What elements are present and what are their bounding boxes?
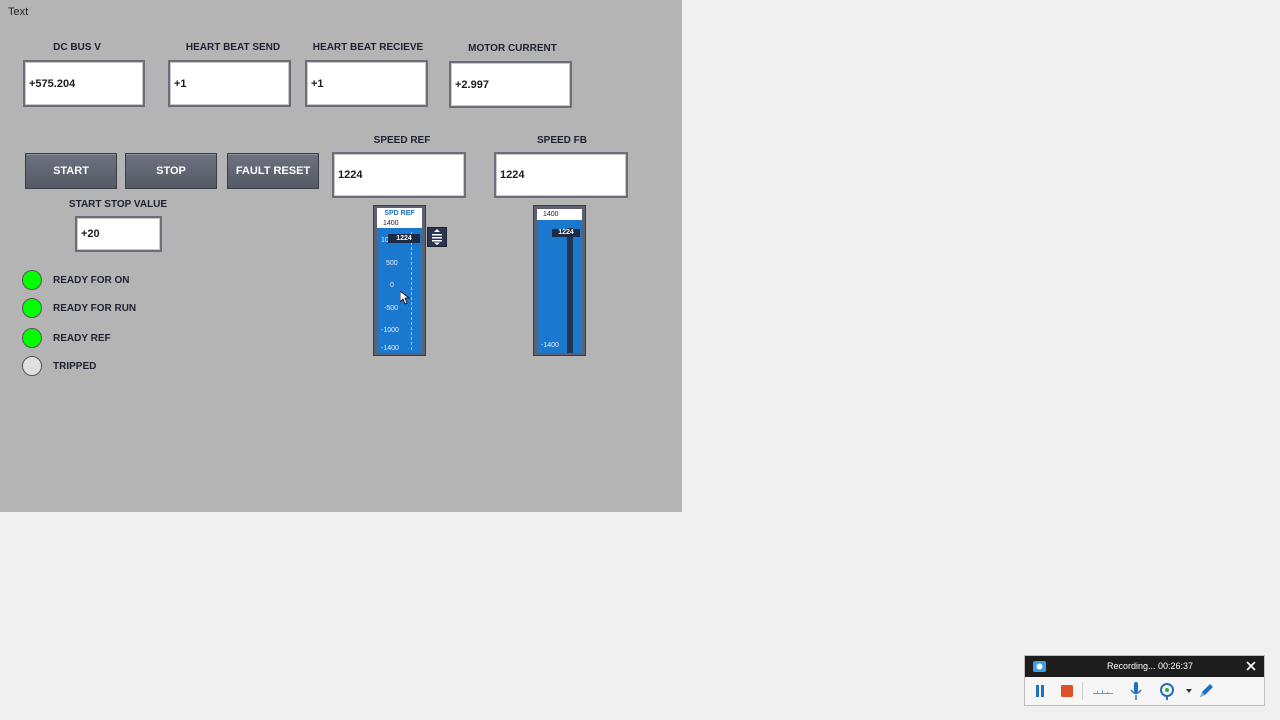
recorder-toolbar [1025, 677, 1264, 705]
start-stop-value-field[interactable]: +20 [75, 216, 162, 252]
fault-reset-button[interactable]: FAULT RESET [227, 153, 319, 189]
dc-bus-field[interactable]: +575.204 [23, 60, 145, 107]
microphone-icon[interactable] [1129, 682, 1145, 700]
audio-level-icon [1093, 690, 1113, 694]
recorder-header: Recording... 00:26:37 [1025, 656, 1264, 677]
recorder-widget: Recording... 00:26:37 [1024, 655, 1265, 706]
ready-for-on-lamp [22, 270, 42, 290]
hmi-screen: Text DC BUS V +575.204 HEART BEAT SEND +… [0, 0, 682, 512]
spd-ref-slider[interactable]: SPD REF 1400 1000 500 0 -500 -1000 -1400… [373, 205, 426, 356]
spd-fb-min-label: -1400 [541, 342, 559, 349]
speed-ref-field[interactable]: 1224 [332, 152, 466, 198]
heart-beat-send-label: HEART BEAT SEND [185, 42, 281, 53]
toolbar-divider [1082, 682, 1083, 700]
ready-for-run-lamp [22, 298, 42, 318]
spd-fb-top-strip: 1400 [537, 209, 582, 220]
dc-bus-label: DC BUS V [53, 42, 101, 53]
spd-fb-value-marker: 1224 [552, 229, 580, 238]
spd-ref-tick: 0 [390, 282, 394, 289]
spd-ref-tick: -1000 [381, 327, 399, 334]
motor-current-label: MOTOR CURRENT [468, 43, 557, 54]
spd-ref-max-label: 1400 [383, 220, 399, 227]
stop-button[interactable]: STOP [125, 153, 217, 189]
webcam-icon[interactable] [1159, 682, 1177, 700]
speed-fb-field[interactable]: 1224 [494, 152, 628, 198]
spd-ref-tick: 500 [386, 260, 398, 267]
spd-fb-track: -1400 [537, 220, 582, 353]
spd-ref-thumb[interactable]: 1224 [388, 233, 420, 243]
spd-ref-tick: -1400 [381, 345, 399, 352]
heart-beat-recieve-field[interactable]: +1 [305, 60, 428, 107]
window-title: Text [8, 6, 29, 18]
spd-ref-slider-title: SPD REF [377, 208, 422, 219]
motor-current-field[interactable]: +2.997 [449, 61, 572, 108]
stop-record-icon[interactable] [1061, 685, 1073, 697]
tripped-label: TRIPPED [53, 361, 97, 372]
close-icon[interactable] [1246, 661, 1256, 671]
spd-fb-fill [567, 228, 573, 353]
ready-ref-label: READY REF [53, 333, 111, 344]
speed-ref-label: SPEED REF [373, 135, 431, 146]
heart-beat-send-field[interactable]: +1 [168, 60, 291, 107]
spd-ref-scale-line [411, 232, 413, 350]
spd-ref-tick: -500 [384, 305, 399, 312]
ready-ref-lamp [22, 328, 42, 348]
spd-fb-bar: 1400 -1400 1224 [533, 205, 586, 356]
heart-beat-recieve-label: HEART BEAT RECIEVE [312, 42, 424, 53]
speed-fb-label: SPEED FB [536, 135, 587, 146]
recorder-status: Recording... 00:26:37 [1107, 661, 1194, 671]
tripped-lamp [22, 356, 42, 376]
start-stop-value-label: START STOP VALUE [68, 199, 168, 210]
pencil-icon[interactable] [1198, 682, 1215, 699]
spd-ref-top-strip: 1400 [377, 219, 422, 228]
list-icon [432, 229, 442, 245]
spd-fb-max-label: 1400 [543, 211, 559, 218]
mouse-cursor-icon [400, 291, 410, 305]
pause-icon[interactable] [1035, 685, 1045, 697]
chevron-down-icon[interactable] [1186, 689, 1192, 693]
camera-icon [1033, 661, 1046, 672]
spd-ref-adjust-button[interactable] [427, 227, 447, 247]
start-button[interactable]: START [25, 153, 117, 189]
ready-for-on-label: READY FOR ON [53, 275, 130, 286]
ready-for-run-label: READY FOR RUN [53, 303, 137, 314]
